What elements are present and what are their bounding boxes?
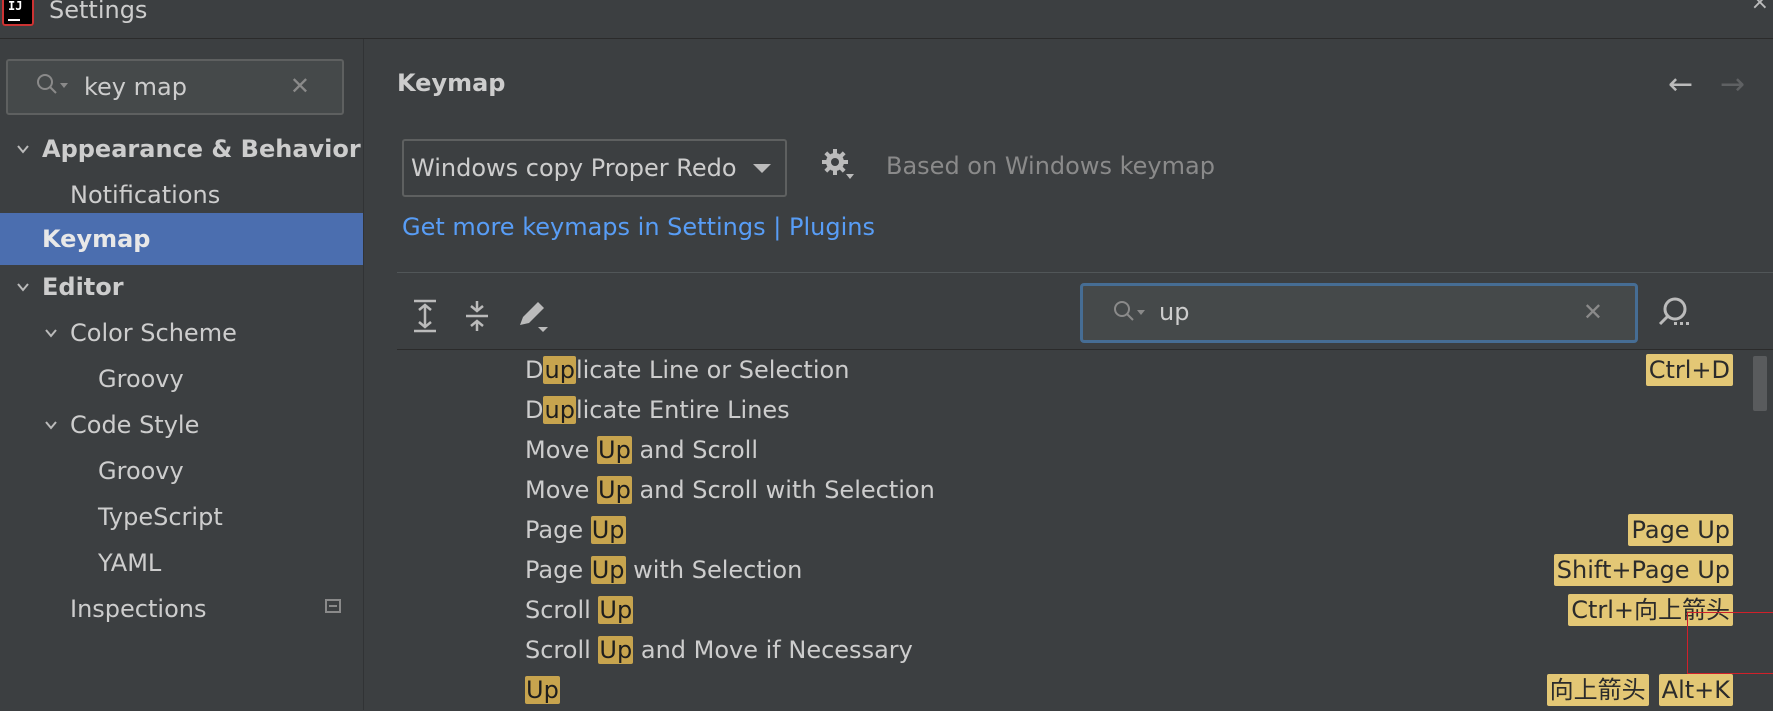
get-more-keymaps-link[interactable]: Get more keymaps in Settings [402, 213, 766, 241]
action-row[interactable]: Up 向上箭头 Alt+K [397, 670, 1773, 710]
chevron-down-icon[interactable] [16, 142, 30, 156]
action-row[interactable]: Page Up with Selection Shift+Page Up [397, 550, 1773, 590]
action-row[interactable]: Duplicate Entire Lines [397, 390, 1773, 430]
action-row[interactable]: Scroll Up Ctrl+向上箭头 [397, 590, 1773, 630]
expand-all-icon[interactable] [408, 297, 442, 335]
tree-item-code-style-groovy[interactable]: Groovy [0, 445, 363, 497]
clear-filter-icon[interactable]: ✕ [1583, 298, 1603, 326]
settings-sidebar: key map ✕ Appearance & Behavior Notifica… [0, 39, 364, 710]
match-highlight: up [543, 356, 576, 384]
tree-item-typescript[interactable]: TypeScript [0, 491, 363, 543]
keymap-panel: Keymap ← → Windows copy Proper Redo Base… [364, 39, 1773, 711]
search-icon [37, 74, 57, 94]
list-scrollbar[interactable] [1753, 356, 1767, 411]
search-icon [1114, 301, 1134, 321]
edit-pencil-icon[interactable] [514, 297, 548, 335]
action-row[interactable]: Duplicate Line or Selection Ctrl+D [397, 350, 1773, 390]
tree-item-inspections[interactable]: Inspections [0, 583, 363, 635]
tree-item-color-scheme[interactable]: Color Scheme [0, 307, 363, 359]
tree-item-appearance-behavior[interactable]: Appearance & Behavior [0, 123, 363, 175]
gear-icon[interactable] [820, 147, 854, 181]
settings-search-input[interactable]: key map ✕ [6, 59, 344, 115]
action-filter-value: up [1159, 298, 1190, 326]
action-filter-input[interactable]: up ✕ [1080, 283, 1638, 343]
match-highlight: Up [597, 476, 632, 504]
chevron-down-icon[interactable] [44, 326, 58, 340]
shortcut-badge: Shift+Page Up [1553, 554, 1733, 586]
annotation-highlight-box [1687, 612, 1773, 674]
shortcut-badge: Page Up [1628, 514, 1733, 546]
keymap-scheme-select[interactable]: Windows copy Proper Redo [402, 139, 787, 197]
tree-item-yaml[interactable]: YAML [0, 537, 363, 589]
find-by-shortcut-icon[interactable] [1656, 295, 1692, 331]
chevron-down-icon[interactable] [44, 418, 58, 432]
match-highlight: Up [590, 516, 626, 544]
match-highlight: up [543, 396, 576, 424]
title-bar: IJ Settings × [0, 0, 1773, 39]
search-options-chevron-icon[interactable] [1137, 310, 1145, 316]
tree-item-code-style[interactable]: Code Style [0, 399, 363, 451]
close-window-icon[interactable]: × [1751, 0, 1769, 15]
match-highlight: Up [598, 636, 634, 664]
keymap-action-list[interactable]: Duplicate Line or Selection Ctrl+D Dupli… [397, 349, 1773, 711]
search-options-chevron-icon[interactable] [60, 83, 68, 89]
match-highlight: Up [597, 436, 632, 464]
tree-item-editor[interactable]: Editor [0, 261, 363, 313]
shortcut-badge: Alt+K [1658, 674, 1733, 706]
forward-arrow-icon[interactable]: → [1720, 67, 1745, 102]
shortcut-badge: 向上箭头 [1546, 674, 1649, 706]
action-row[interactable]: Move Up and Scroll [397, 430, 1773, 470]
action-row[interactable]: Page Up Page Up [397, 510, 1773, 550]
page-title: Keymap [397, 69, 506, 97]
settings-search-value: key map [84, 73, 187, 101]
dropdown-arrow-icon [753, 164, 771, 173]
action-row[interactable]: Scroll Up and Move if Necessary [397, 630, 1773, 670]
clear-search-icon[interactable]: ✕ [290, 72, 310, 100]
match-highlight: Up [525, 676, 560, 704]
collapse-all-icon[interactable] [460, 297, 494, 335]
divider [397, 272, 1773, 273]
match-highlight: Up [590, 556, 626, 584]
back-arrow-icon[interactable]: ← [1668, 67, 1693, 102]
tree-item-color-scheme-groovy[interactable]: Groovy [0, 353, 363, 405]
intellij-logo-icon: IJ [2, 0, 34, 26]
plugins-link[interactable]: Plugins [789, 213, 875, 241]
link-separator: | [773, 213, 782, 241]
keymap-plugins-links: Get more keymaps in Settings | Plugins [402, 213, 875, 241]
project-settings-icon [325, 599, 341, 613]
window-title: Settings [49, 0, 148, 24]
chevron-down-icon[interactable] [16, 280, 30, 294]
shortcut-badge: Ctrl+D [1645, 354, 1733, 386]
tree-item-keymap[interactable]: Keymap [0, 213, 363, 265]
match-highlight: Up [598, 596, 634, 624]
based-on-label: Based on Windows keymap [886, 152, 1215, 180]
action-row[interactable]: Move Up and Scroll with Selection [397, 470, 1773, 510]
